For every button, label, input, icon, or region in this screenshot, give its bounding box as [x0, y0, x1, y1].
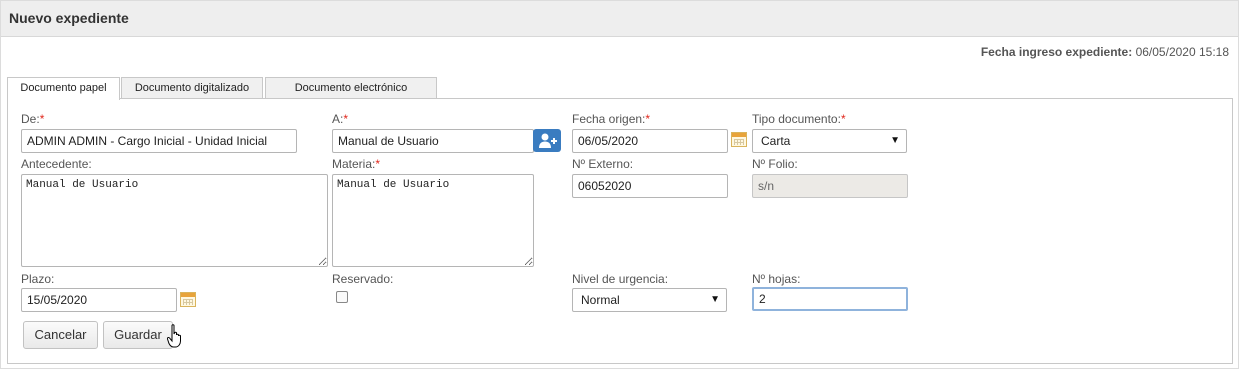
plazo-label: Plazo: — [21, 272, 55, 286]
nivel-urgencia-label: Nivel de urgencia: — [572, 272, 669, 286]
fecha-ingreso-value: 06/05/2020 15:18 — [1135, 45, 1229, 59]
de-label: De:* — [21, 112, 45, 126]
calendar-icon[interactable] — [180, 292, 196, 307]
hand-cursor-icon — [167, 324, 181, 348]
cancel-button[interactable]: Cancelar — [23, 321, 98, 349]
plazo-field[interactable] — [21, 288, 177, 312]
add-recipient-button[interactable] — [533, 129, 561, 152]
calendar-icon[interactable] — [731, 132, 747, 147]
fecha-ingreso-label: Fecha ingreso expediente: — [980, 45, 1133, 59]
fecha-origen-field[interactable] — [572, 129, 728, 153]
reservado-label: Reservado: — [332, 272, 394, 286]
expediente-panel: Nuevo expediente Fecha ingreso expedient… — [0, 0, 1239, 369]
n-externo-label: Nº Externo: — [572, 157, 634, 171]
n-folio-label: Nº Folio: — [752, 157, 798, 171]
antecedente-textarea[interactable]: Manual de Usuario — [21, 174, 328, 267]
nivel-urgencia-select[interactable]: Normal ▼ — [572, 288, 727, 312]
n-folio-field — [752, 174, 908, 198]
user-plus-icon — [539, 133, 557, 148]
panel-header: Nuevo expediente — [1, 1, 1238, 37]
nivel-urgencia-value: Normal — [581, 293, 620, 307]
a-field[interactable] — [332, 129, 534, 153]
materia-textarea[interactable]: Manual de Usuario — [332, 174, 534, 267]
document-form: De:* A:* Fecha origen:* Tipo documento:*… — [7, 98, 1233, 364]
antecedente-label: Antecedente: — [21, 157, 92, 171]
fecha-origen-label: Fecha origen:* — [572, 112, 651, 126]
materia-label: Materia:* — [332, 157, 381, 171]
chevron-down-icon: ▼ — [710, 294, 720, 305]
tipo-documento-label: Tipo documento:* — [752, 112, 846, 126]
fecha-ingreso: Fecha ingreso expediente: 06/05/2020 15:… — [981, 45, 1229, 59]
reservado-checkbox[interactable] — [336, 291, 348, 303]
de-field[interactable] — [21, 129, 297, 153]
page-title: Nuevo expediente — [9, 10, 129, 26]
save-button[interactable]: Guardar — [103, 321, 173, 349]
tab-documento-papel[interactable]: Documento papel — [7, 77, 120, 100]
a-label: A:* — [332, 112, 349, 126]
tab-documento-electronico[interactable]: Documento electrónico — [265, 77, 437, 99]
tipo-documento-select[interactable]: Carta ▼ — [752, 129, 907, 153]
n-hojas-label: Nº hojas: — [752, 272, 801, 286]
chevron-down-icon: ▼ — [890, 135, 900, 146]
tab-documento-digitalizado[interactable]: Documento digitalizado — [121, 77, 263, 99]
n-externo-field[interactable] — [572, 174, 728, 198]
tipo-documento-value: Carta — [761, 134, 791, 148]
n-hojas-field[interactable] — [752, 287, 908, 311]
